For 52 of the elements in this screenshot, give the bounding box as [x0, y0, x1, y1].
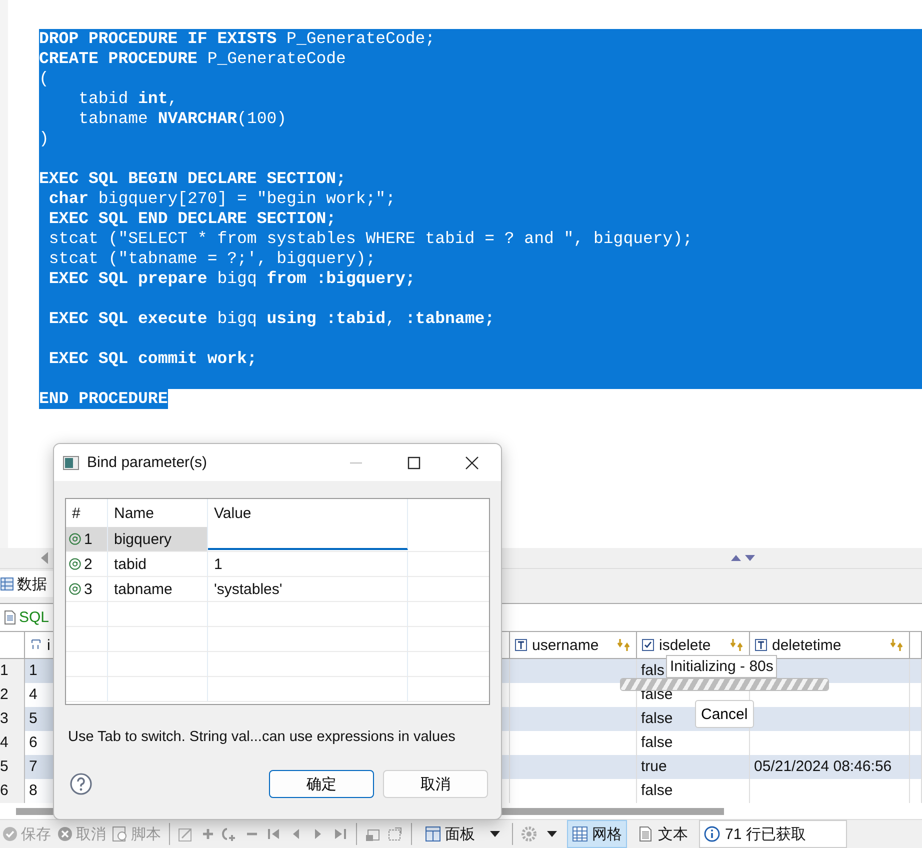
row-number: 1: [0, 659, 25, 683]
toggle-button[interactable]: 网格: [567, 820, 627, 848]
text-type-icon: [515, 639, 527, 651]
status-message: 71 行已获取: [699, 820, 847, 848]
script-icon: [112, 826, 128, 842]
table-cell: 1: [208, 552, 408, 576]
window-title: Bind parameter(s): [87, 454, 208, 471]
panel-icon: [425, 826, 441, 842]
progress-tooltip: Initializing - 80s: [666, 655, 778, 678]
info-icon: [704, 826, 720, 842]
grid-icon: [572, 826, 588, 842]
sql-query-label[interactable]: SQL: [0, 609, 50, 626]
table-cell: 05/21/2024 08:46:56: [750, 755, 910, 779]
table-cell: 2: [84, 556, 92, 572]
cancel-button[interactable]: Cancel: [695, 700, 754, 728]
cancel-circle-icon: [57, 826, 73, 842]
document-icon: [4, 610, 16, 625]
at-sign-icon: [69, 583, 81, 595]
table-cell: tabname: [108, 577, 208, 601]
at-sign-icon: [69, 533, 81, 545]
text-type-icon: [755, 639, 767, 651]
close-icon[interactable]: [465, 456, 479, 470]
results-tab[interactable]: 数据: [0, 571, 53, 597]
at-sign-icon: [69, 558, 81, 570]
table-icon: [0, 577, 14, 591]
caret-icon[interactable]: [490, 831, 500, 837]
row-number: 5: [0, 755, 25, 779]
toggle-button[interactable]: 面板: [420, 820, 480, 848]
table-cell: bigquery: [108, 527, 208, 551]
table-cell: true: [637, 755, 750, 779]
document-icon: [638, 826, 654, 842]
scroll-left-icon: [41, 552, 49, 564]
caret-icon[interactable]: [547, 831, 557, 837]
help-icon[interactable]: [70, 773, 92, 795]
row-number: 2: [0, 683, 25, 707]
up-down-arrows-icon: [731, 554, 757, 562]
value-input-field[interactable]: [208, 527, 408, 550]
table-cell: 1: [84, 530, 92, 548]
window-icon: [63, 456, 79, 470]
maximize-icon[interactable]: [407, 456, 421, 470]
number-type-icon: [30, 639, 42, 651]
table-cell: tabid: [108, 552, 208, 576]
row-number: 6: [0, 779, 25, 803]
row-number: 4: [0, 731, 25, 755]
row-number: 3: [0, 707, 25, 731]
table-cell: 3: [84, 580, 92, 598]
dialog-button[interactable]: 确定: [269, 770, 374, 798]
checkbox-icon: [642, 639, 654, 651]
table-cell: 'systables': [208, 577, 408, 601]
toggle-button[interactable]: 文本: [633, 820, 693, 848]
check-circle-icon: [2, 826, 18, 842]
dialog-button[interactable]: 取消: [383, 770, 488, 798]
